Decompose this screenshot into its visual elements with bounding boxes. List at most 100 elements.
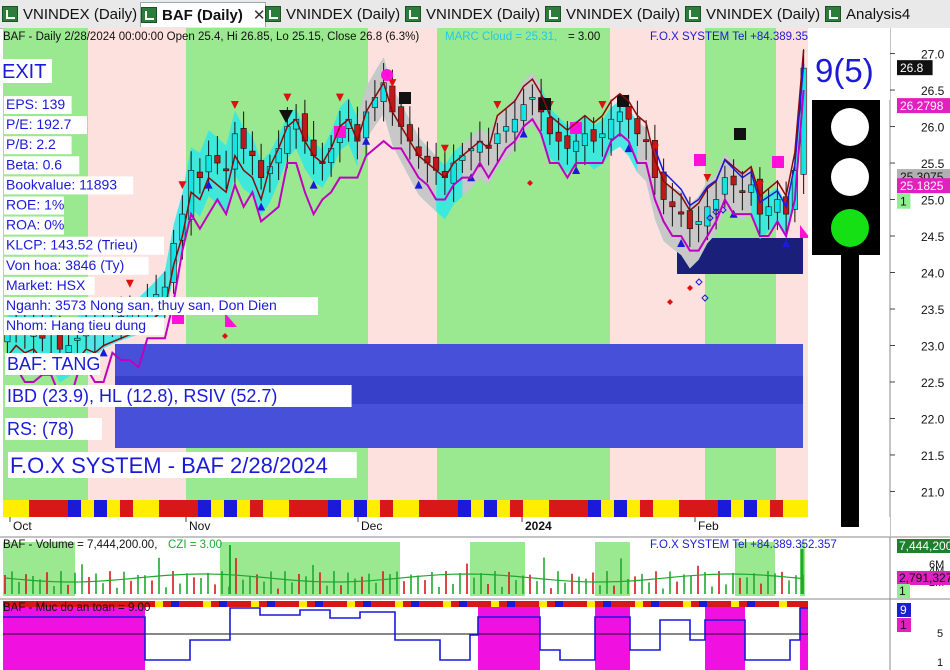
- candle-body: [721, 177, 728, 195]
- status-strip-cell: [133, 500, 146, 517]
- status-strip-cell: [224, 500, 237, 517]
- safety-strip-cell: [763, 601, 771, 607]
- safety-strip-cell: [331, 601, 339, 607]
- price-tag: 1: [900, 195, 907, 209]
- safety-strip-cell: [347, 601, 355, 607]
- fundamental-0: EPS: 139: [6, 96, 65, 112]
- candle-body: [599, 133, 606, 138]
- candle-body: [713, 199, 720, 211]
- candle-body: [590, 129, 597, 142]
- magenta-dot-icon: [381, 69, 393, 81]
- candle-body: [520, 104, 527, 121]
- status-strip-cell: [55, 500, 68, 517]
- safety-strip-cell: [395, 601, 403, 607]
- safety-strip-cell: [267, 601, 275, 607]
- safety-strip-cell: [299, 601, 307, 607]
- volume-tag: 7,444,200: [899, 539, 950, 553]
- safety-strip-cell: [507, 601, 515, 607]
- status-strip-cell: [315, 500, 328, 517]
- status-strip-cell: [783, 500, 796, 517]
- price-tag-group: 1: [897, 193, 911, 209]
- status-strip-cell: [497, 500, 510, 517]
- safety-strip-cell: [619, 601, 627, 607]
- y-tick-label: 21.5: [921, 449, 945, 463]
- fundamental-5-group: ROE: 1%: [4, 196, 64, 215]
- safety-strip-cell: [475, 601, 483, 607]
- candle-body: [214, 155, 221, 164]
- status-strip-cell: [185, 500, 198, 517]
- safety-strip-cell: [683, 601, 691, 607]
- fundamental-9: Market: HSX: [6, 277, 86, 293]
- status-strip-cell: [796, 500, 809, 517]
- status-strip-cell: [718, 500, 731, 517]
- safety-strip-cell: [635, 601, 643, 607]
- candle-body: [669, 201, 676, 208]
- status-strip-cell: [172, 500, 185, 517]
- status-strip-cell: [380, 500, 393, 517]
- candle-body: [275, 148, 282, 164]
- status-strip-cell: [276, 500, 289, 517]
- x-tick-label: Feb: [698, 519, 719, 533]
- candle-body: [573, 140, 580, 152]
- volume-contact: F.O.X SYSTEM Tel +84.389.352.357: [650, 539, 837, 551]
- safety-tag: 1: [900, 618, 907, 632]
- safety-strip-cell: [779, 601, 787, 607]
- traffic-light-pole: [841, 255, 859, 527]
- banner-text-group: F.O.X SYSTEM - BAF 2/28/2024: [8, 452, 357, 478]
- safety-strip-cell: [491, 601, 499, 607]
- status-strip-cell: [484, 500, 497, 517]
- safety-zone: [800, 607, 808, 670]
- y-tick-label: 26.0: [921, 121, 945, 135]
- y-tick-label: 23.5: [921, 303, 945, 317]
- status-strip-cell: [679, 500, 692, 517]
- status-strip-cell: [406, 500, 419, 517]
- fundamental-6-group: ROA: 0%: [4, 216, 64, 235]
- signal-count: 9(5): [815, 52, 874, 89]
- fundamental-9-group: Market: HSX: [4, 276, 95, 295]
- fundamental-3: Beta: 0.6: [6, 156, 62, 172]
- candle-body: [205, 155, 212, 173]
- candle-body: [616, 111, 623, 122]
- status-strip-cell: [341, 500, 354, 517]
- candle-body: [529, 97, 536, 100]
- y-tick-label: 26.5: [921, 84, 945, 98]
- fundamental-10-group: Nganh: 3573 Nong san, thuy san, Don Dien: [4, 297, 318, 315]
- volume-header: BAF - Volume = 7,444,200.00,: [3, 539, 157, 551]
- y-tick-label: 24.0: [921, 267, 945, 281]
- status-strip-cell: [692, 500, 705, 517]
- fundamental-6: ROA: 0%: [6, 217, 64, 233]
- fundamental-1-group: P/E: 192.7: [4, 116, 87, 135]
- price-tag-group: 26.2798: [897, 98, 950, 114]
- status-strip-cell: [562, 500, 575, 517]
- status-strip-cell: [263, 500, 276, 517]
- price-tag: 26.2798: [900, 99, 944, 113]
- status-strip-cell: [354, 500, 367, 517]
- status-strip-cell: [81, 500, 94, 517]
- status-strip-cell: [588, 500, 601, 517]
- safety-axis-label: 5: [937, 628, 943, 640]
- safety-strip-cell: [571, 601, 579, 607]
- fundamental-11: Nhom: Hang tieu dung: [6, 317, 146, 333]
- status-strip-cell: [120, 500, 133, 517]
- safety-strip-cell: [555, 601, 563, 607]
- trend-text-group: BAF: TANG: [5, 353, 100, 375]
- status-strip-cell: [42, 500, 55, 517]
- traffic-light-mid-icon: [831, 158, 869, 196]
- candle-body: [371, 97, 378, 108]
- safety-tag: 9: [900, 603, 907, 617]
- marc-cloud-value: = 3.00: [568, 31, 600, 43]
- traffic-light-top-icon: [831, 108, 869, 146]
- status-strip-cell: [68, 500, 81, 517]
- status-strip-cell: [16, 500, 29, 517]
- candle-body: [555, 131, 562, 142]
- status-strip-cell: [744, 500, 757, 517]
- candle-body: [634, 118, 641, 135]
- status-strip-cell: [640, 500, 653, 517]
- status-strip-cell: [328, 500, 341, 517]
- signal-text: EXIT: [2, 61, 46, 83]
- status-strip-cell: [653, 500, 666, 517]
- candle-body: [503, 126, 510, 132]
- y-tick-label: 25.0: [921, 194, 945, 208]
- safety-strip-cell: [539, 601, 547, 607]
- safety-strip-cell: [155, 601, 163, 607]
